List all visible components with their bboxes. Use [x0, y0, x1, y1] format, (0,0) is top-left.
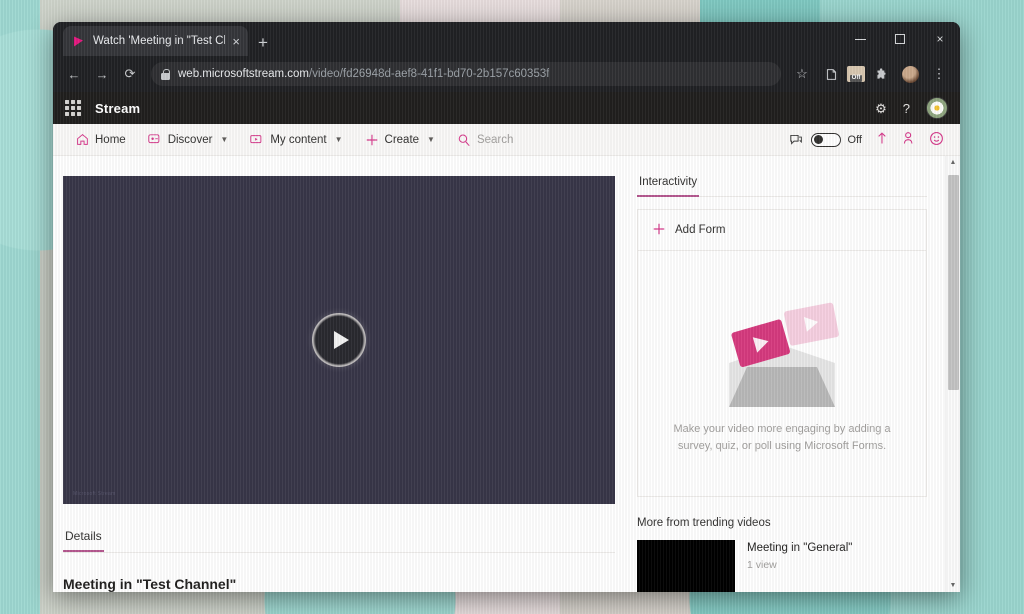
puzzle-icon[interactable] — [868, 61, 894, 87]
plus-icon — [365, 133, 379, 147]
play-icon[interactable] — [312, 313, 366, 367]
trending-video-views: 1 view — [747, 559, 852, 571]
bookmark-star-icon[interactable]: ☆ — [789, 61, 815, 87]
trending-video-title[interactable]: Meeting in "General" — [747, 540, 852, 556]
window-controls: × — [840, 22, 960, 56]
extension-badge-label: Off — [850, 75, 863, 82]
chevron-down-icon: ▼ — [427, 135, 435, 144]
new-tab-button[interactable]: + — [258, 34, 268, 51]
live-toggle[interactable]: Off — [789, 133, 862, 147]
stream-navbar: Home Discover ▼ My content ▼ — [53, 124, 960, 156]
interactivity-empty-text: Make your video more engaging by adding … — [656, 421, 908, 454]
forms-empty-illustration — [707, 285, 857, 415]
browser-titlebar: Watch 'Meeting in "Test Channel × + × — [53, 22, 960, 56]
player-watermark: Microsoft Stream — [73, 491, 116, 498]
toggle-switch[interactable] — [811, 133, 841, 147]
search-icon — [457, 133, 471, 147]
url-host: web.microsoftstream.com — [178, 68, 309, 80]
smiley-icon[interactable] — [929, 131, 944, 148]
navbar-right-actions: Off — [789, 131, 948, 148]
video-thumbnail[interactable] — [637, 540, 735, 592]
help-icon[interactable]: ? — [903, 102, 910, 115]
extension-off-badge[interactable]: Off — [847, 66, 865, 82]
page-content: Microsoft Stream Details Meeting in "Tes… — [53, 156, 945, 592]
toolbar-right-icons: ☆ Off ⋮ — [789, 61, 952, 87]
interactivity-panel: Add Form — [637, 209, 927, 497]
nav-item-my-content[interactable]: My content ▼ — [239, 124, 353, 156]
browser-window: Watch 'Meeting in "Test Channel × + × ← … — [53, 22, 960, 592]
tab-details[interactable]: Details — [63, 522, 104, 552]
nav-label-my-content: My content — [270, 134, 326, 146]
close-window-button[interactable]: × — [920, 22, 960, 56]
scrollbar-thumb[interactable] — [948, 175, 959, 390]
interactivity-empty-state: Make your video more engaging by adding … — [638, 251, 926, 496]
url-path: /video/fd26948d-aef8-41f1-bd70-2b157c603… — [309, 68, 549, 80]
gear-icon[interactable]: ⚙ — [875, 102, 887, 115]
profile-avatar-icon[interactable] — [897, 61, 923, 87]
address-bar[interactable]: web.microsoftstream.com/video/fd26948d-a… — [151, 62, 781, 86]
scroll-down-icon[interactable]: ▼ — [950, 579, 957, 592]
my-content-icon — [250, 133, 264, 146]
brand-title[interactable]: Stream — [95, 101, 140, 116]
stream-app: Stream ⚙ ? Home Dis — [53, 92, 960, 592]
page-scrollbar[interactable]: ▲ ▼ — [945, 156, 960, 592]
home-icon — [76, 133, 89, 146]
stream-header: Stream ⚙ ? — [53, 92, 960, 124]
person-add-icon[interactable] — [902, 131, 916, 148]
stream-play-icon — [73, 35, 86, 48]
nav-item-home[interactable]: Home — [65, 124, 137, 156]
toggle-state-label: Off — [848, 134, 862, 146]
trend-meta: Meeting in "General" 1 view — [747, 540, 852, 592]
upload-icon[interactable] — [875, 131, 889, 148]
reload-icon[interactable]: ⟳ — [117, 61, 143, 87]
nav-search[interactable]: Search — [446, 124, 524, 156]
page-content-wrapper: Microsoft Stream Details Meeting in "Tes… — [53, 156, 960, 592]
details-tabs: Details — [63, 522, 615, 553]
forward-icon[interactable]: → — [89, 61, 115, 87]
plus-icon — [652, 222, 666, 238]
url-text: web.microsoftstream.com/video/fd26948d-a… — [178, 68, 549, 80]
trending-heading: More from trending videos — [637, 517, 927, 529]
video-player[interactable]: Microsoft Stream — [63, 176, 615, 504]
header-actions: ⚙ ? — [875, 97, 948, 119]
nav-label-home: Home — [95, 134, 126, 146]
search-placeholder: Search — [477, 134, 513, 146]
minimize-button[interactable] — [840, 22, 880, 56]
tab-title: Watch 'Meeting in "Test Channel — [93, 35, 225, 47]
user-avatar[interactable] — [926, 97, 948, 119]
feedback-icon — [789, 133, 804, 146]
browser-tab[interactable]: Watch 'Meeting in "Test Channel × — [63, 26, 248, 56]
add-form-label: Add Form — [675, 224, 726, 236]
video-title: Meeting in "Test Channel" — [63, 576, 615, 592]
lock-icon — [161, 69, 170, 80]
nav-item-create[interactable]: Create ▼ — [354, 124, 446, 156]
close-icon[interactable]: × — [232, 35, 240, 48]
browser-menu-icon[interactable]: ⋮ — [926, 61, 952, 87]
reading-list-icon[interactable] — [818, 61, 844, 87]
maximize-button[interactable] — [880, 22, 920, 56]
browser-toolbar: ← → ⟳ web.microsoftstream.com/video/fd26… — [53, 56, 960, 92]
video-column: Microsoft Stream Details Meeting in "Tes… — [63, 176, 615, 592]
interactivity-tabs: Interactivity — [637, 176, 927, 197]
scrollbar-track[interactable] — [946, 169, 960, 579]
back-icon[interactable]: ← — [61, 61, 87, 87]
add-form-button[interactable]: Add Form — [638, 210, 926, 251]
chevron-down-icon: ▼ — [220, 135, 228, 144]
app-launcher-icon[interactable] — [65, 100, 81, 116]
chevron-down-icon: ▼ — [335, 135, 343, 144]
nav-item-discover[interactable]: Discover ▼ — [137, 124, 240, 156]
discover-icon — [148, 133, 162, 146]
sidebar-column: Interactivity Add Form — [637, 176, 927, 592]
nav-label-create: Create — [385, 134, 420, 146]
nav-label-discover: Discover — [168, 134, 213, 146]
scroll-up-icon[interactable]: ▲ — [950, 156, 957, 169]
desktop-wallpaper: Watch 'Meeting in "Test Channel × + × ← … — [0, 0, 1024, 614]
list-item[interactable]: Meeting in "General" 1 view — [637, 540, 927, 592]
tab-interactivity[interactable]: Interactivity — [637, 176, 699, 197]
